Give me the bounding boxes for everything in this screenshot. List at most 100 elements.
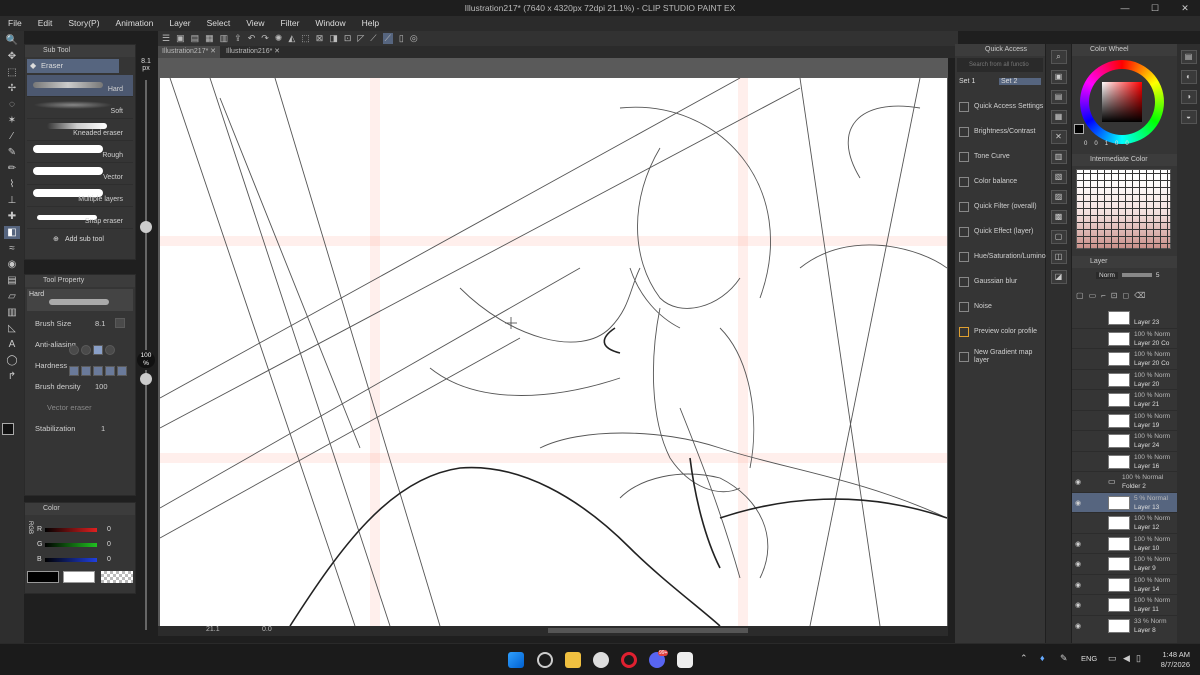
- layer-row[interactable]: 100 % Norm Layer 21: [1072, 390, 1177, 411]
- open-icon[interactable]: ▤: [191, 33, 200, 44]
- ruler-icon[interactable]: ◸: [357, 33, 364, 44]
- artist-icon[interactable]: ◫: [1050, 250, 1067, 264]
- eye-icon[interactable]: ◉: [1075, 560, 1081, 568]
- layer-row[interactable]: 100 % Norm Layer 19: [1072, 411, 1177, 431]
- eye-icon[interactable]: ◉: [1075, 478, 1081, 486]
- correct-line-tool-icon[interactable]: ↱: [4, 370, 20, 383]
- menu-layer[interactable]: Layer: [161, 16, 198, 31]
- brush-size-value[interactable]: 8.1: [95, 313, 105, 334]
- layer-row[interactable]: 100 % Norm Layer 20: [1072, 370, 1177, 390]
- menu-icon[interactable]: ☰: [162, 33, 170, 44]
- b-value[interactable]: 0: [107, 556, 111, 563]
- cs-icon[interactable]: ◎: [410, 33, 418, 44]
- pencil-tool-icon[interactable]: ✏: [4, 162, 20, 175]
- brush-size-menu-icon[interactable]: [115, 318, 125, 328]
- close-panel-icon[interactable]: ✕: [1050, 130, 1067, 144]
- zoom-value[interactable]: 21.1: [206, 626, 220, 633]
- menu-select[interactable]: Select: [199, 16, 239, 31]
- qa-preview-color-profile[interactable]: Preview color profile: [955, 319, 1045, 344]
- chevron-up-icon[interactable]: ⌃: [1020, 653, 1028, 664]
- material-icon[interactable]: ▦: [1050, 110, 1067, 124]
- layer-row[interactable]: ◉ 100 % Norm Layer 10: [1072, 534, 1177, 554]
- layer-folder-row[interactable]: ◉ ▭ 100 % Normal Folder 2: [1072, 472, 1177, 493]
- clip-studio-icon[interactable]: [593, 652, 609, 668]
- print-icon[interactable]: ▥: [220, 33, 229, 44]
- layer-property-icon[interactable]: ▥: [1050, 150, 1067, 164]
- bright-value[interactable]: 1: [1105, 141, 1108, 147]
- opacity-slider-knob[interactable]: [140, 373, 152, 385]
- brush-rough[interactable]: Rough: [27, 141, 133, 163]
- deselect-icon[interactable]: ⊠: [316, 33, 324, 44]
- qa-settings[interactable]: Quick Access Settings: [955, 94, 1045, 119]
- close-button[interactable]: ✕: [1170, 0, 1200, 16]
- current-color-chip[interactable]: [1074, 124, 1084, 134]
- menu-window[interactable]: Window: [307, 16, 353, 31]
- decoration-tool-icon[interactable]: ✚: [4, 210, 20, 223]
- tab-set2[interactable]: Set 2: [999, 77, 1041, 85]
- brush-density-value[interactable]: 100: [95, 376, 108, 397]
- eye-icon[interactable]: ◉: [1075, 622, 1081, 630]
- language-indicator[interactable]: ENG: [1081, 654, 1097, 663]
- volume-icon[interactable]: ◀: [1123, 653, 1130, 664]
- opacity-slider-track[interactable]: [145, 370, 147, 630]
- export-icon[interactable]: ⇪: [234, 33, 242, 44]
- mic-icon[interactable]: ♦: [1040, 653, 1045, 663]
- eyedropper-icon[interactable]: ⁄: [4, 130, 20, 143]
- eye-icon[interactable]: ◉: [1075, 581, 1081, 589]
- frame-tool-icon[interactable]: ▥: [4, 306, 20, 319]
- horizontal-scrollbar[interactable]: [548, 628, 748, 633]
- invert-icon[interactable]: ◨: [329, 33, 338, 44]
- layer-row[interactable]: ◉ 100 % Norm Layer 11: [1072, 595, 1177, 616]
- balloon-tool-icon[interactable]: ◯: [4, 354, 20, 367]
- approx-color-icon[interactable]: ◐: [1180, 70, 1197, 84]
- layer-row[interactable]: ◉ 100 % Norm Layer 9: [1072, 554, 1177, 575]
- text-tool-icon[interactable]: A: [4, 338, 20, 351]
- fill-tool-icon[interactable]: ◉: [4, 258, 20, 271]
- layer-clip-icon[interactable]: ⌐: [1101, 291, 1106, 300]
- save-icon[interactable]: ▦: [205, 33, 214, 44]
- qa-gaussian-blur[interactable]: Gaussian blur: [955, 269, 1045, 294]
- size-slider-knob[interactable]: [140, 221, 152, 233]
- eye-icon[interactable]: ◉: [1075, 540, 1081, 548]
- tab-illustration216[interactable]: Illustration216* ✕: [222, 46, 284, 58]
- blend-tool-icon[interactable]: ≈: [4, 242, 20, 255]
- item-bank-icon[interactable]: ▢: [1050, 230, 1067, 244]
- sub-color-chip[interactable]: [63, 571, 95, 583]
- transparent-color-chip[interactable]: [101, 571, 133, 583]
- layer-row[interactable]: ◉ 100 % Norm Layer 14: [1072, 575, 1177, 595]
- redo-icon[interactable]: ↷: [261, 33, 269, 44]
- brush-kneaded[interactable]: Kneaded eraser: [27, 119, 133, 141]
- undo-icon[interactable]: ↶: [248, 33, 256, 44]
- clock[interactable]: 1:48 AM 8/7/2026: [1150, 650, 1190, 670]
- brush-tool-icon[interactable]: ⌇: [4, 178, 20, 191]
- intermediate-color-grid[interactable]: [1076, 169, 1172, 250]
- search-icon[interactable]: [537, 652, 553, 668]
- main-color-chip[interactable]: [27, 571, 59, 583]
- layer-row[interactable]: ◉ 5 % Normal Layer 13: [1072, 492, 1177, 513]
- pen-icon[interactable]: ✎: [1060, 653, 1068, 664]
- quick-access-search[interactable]: Search from all functio: [957, 58, 1043, 72]
- search-icon[interactable]: ⌕: [1050, 50, 1067, 64]
- r-slider[interactable]: [45, 527, 97, 532]
- b-slider[interactable]: [45, 557, 97, 562]
- g-slider[interactable]: [45, 542, 97, 547]
- sub-view-icon[interactable]: ▤: [1050, 90, 1067, 104]
- palette-icon[interactable]: ◒: [1180, 110, 1197, 124]
- menu-filter[interactable]: Filter: [273, 16, 308, 31]
- tab-illustration217[interactable]: Illustration217* ✕: [158, 46, 220, 58]
- layer-row[interactable]: 100 % Norm Layer 20 Co: [1072, 349, 1177, 370]
- hue-ring[interactable]: [1080, 60, 1164, 144]
- close-icon[interactable]: ✕: [274, 46, 280, 58]
- qa-noise[interactable]: Noise: [955, 294, 1045, 319]
- saturation-value-square[interactable]: [1102, 82, 1142, 122]
- airbrush-tool-icon[interactable]: ⊥: [4, 194, 20, 207]
- book-icon[interactable]: ▯: [399, 33, 404, 44]
- qa-hue-saturation[interactable]: Hue/Saturation/Luminosity: [955, 244, 1056, 269]
- opera-icon[interactable]: [621, 652, 637, 668]
- layer-row[interactable]: 100 % Norm Layer 20 Co: [1072, 329, 1177, 349]
- brush-multiple-layers[interactable]: Multiple layers: [27, 185, 133, 207]
- layer-new-icon[interactable]: ▢: [1076, 291, 1084, 300]
- eraser-tool-icon[interactable]: ◧: [4, 226, 20, 239]
- g-wheel-value[interactable]: 0: [1125, 141, 1128, 147]
- layer-opacity-slider[interactable]: [1121, 273, 1152, 277]
